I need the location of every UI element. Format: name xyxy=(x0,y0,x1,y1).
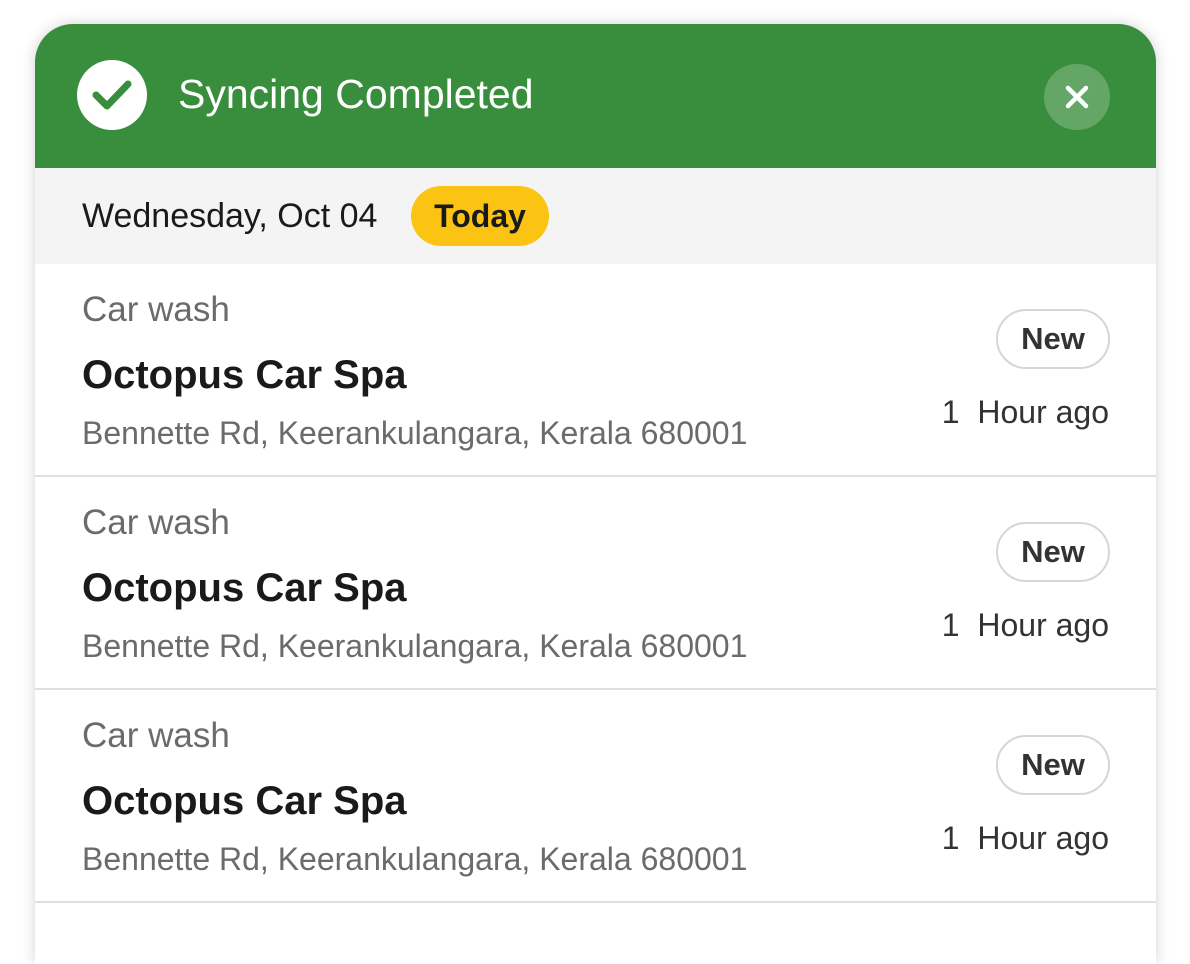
sync-list: Car wash Octopus Car Spa Bennette Rd, Ke… xyxy=(35,264,1156,903)
item-category: Car wash xyxy=(82,290,230,329)
item-time: 1 Hour ago xyxy=(941,607,1109,643)
banner-title: Syncing Completed xyxy=(178,71,534,117)
status-badge: New xyxy=(996,309,1110,369)
check-circle-icon xyxy=(77,60,147,130)
item-name: Octopus Car Spa xyxy=(82,566,407,610)
date-label: Wednesday, Oct 04 xyxy=(82,197,378,235)
status-badge: New xyxy=(996,522,1110,582)
status-badge: New xyxy=(996,735,1110,795)
close-icon xyxy=(1065,85,1089,109)
item-time: 1 Hour ago xyxy=(941,820,1109,856)
list-item[interactable]: Car wash Octopus Car Spa Bennette Rd, Ke… xyxy=(35,264,1156,477)
item-name: Octopus Car Spa xyxy=(82,779,407,823)
item-category: Car wash xyxy=(82,503,230,542)
date-header: Wednesday, Oct 04 Today xyxy=(35,168,1156,264)
item-address: Bennette Rd, Keerankulangara, Kerala 680… xyxy=(82,628,748,664)
sync-status-banner: Syncing Completed xyxy=(35,24,1156,168)
item-category: Car wash xyxy=(82,716,230,755)
close-button[interactable] xyxy=(1044,64,1110,130)
item-time: 1 Hour ago xyxy=(941,394,1109,430)
list-item[interactable]: Car wash Octopus Car Spa Bennette Rd, Ke… xyxy=(35,477,1156,690)
sync-notification-panel: Syncing Completed Wednesday, Oct 04 Toda… xyxy=(35,24,1156,964)
item-name: Octopus Car Spa xyxy=(82,353,407,397)
list-item[interactable]: Car wash Octopus Car Spa Bennette Rd, Ke… xyxy=(35,690,1156,903)
today-badge: Today xyxy=(411,186,549,246)
item-address: Bennette Rd, Keerankulangara, Kerala 680… xyxy=(82,415,748,451)
item-address: Bennette Rd, Keerankulangara, Kerala 680… xyxy=(82,841,748,877)
